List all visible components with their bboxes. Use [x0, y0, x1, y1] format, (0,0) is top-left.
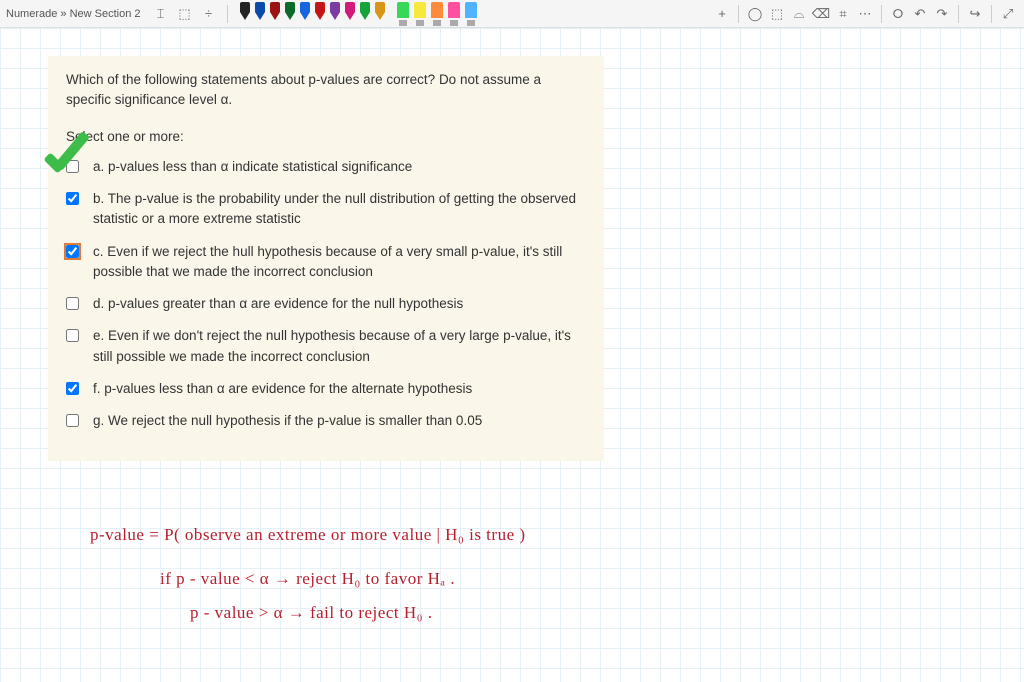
option-text: b. The p-value is the probability under …: [93, 189, 586, 230]
highlighter-color-2[interactable]: [429, 2, 445, 28]
handwritten-note-3: p - value > α → fail to reject H₀ .: [190, 602, 433, 624]
select-label: Select one or more:: [66, 127, 586, 147]
highlighter-color-0[interactable]: [395, 2, 411, 28]
share-icon[interactable]: ↪: [965, 4, 985, 24]
undo-icon[interactable]: ↶: [910, 4, 930, 24]
pen-color-6[interactable]: [328, 2, 342, 28]
highlighter-color-1[interactable]: [412, 2, 428, 28]
highlighter-palette: [395, 0, 479, 28]
highlighter-color-3[interactable]: [446, 2, 462, 28]
text-cursor-icon[interactable]: ⌶: [151, 4, 171, 24]
separator: [227, 5, 228, 23]
option-c: c. Even if we reject the hull hypothesis…: [66, 242, 586, 283]
plus-icon[interactable]: +: [712, 4, 732, 24]
option-e: e. Even if we don't reject the null hypo…: [66, 326, 586, 367]
select-icon[interactable]: ⬚: [767, 4, 787, 24]
option-checkbox-a[interactable]: [66, 160, 79, 173]
option-f: f. p-values less than α are evidence for…: [66, 379, 586, 399]
more-icon[interactable]: ⋯: [855, 4, 875, 24]
option-text: a. p-values less than α indicate statist…: [93, 157, 586, 177]
question-box: Which of the following statements about …: [48, 56, 604, 461]
handwritten-note-2: if p - value < α → reject H₀ to favor Hₐ…: [160, 568, 455, 590]
option-g: g. We reject the null hypothesis if the …: [66, 411, 586, 431]
grid-icon[interactable]: ⌗: [833, 4, 853, 24]
bell-icon[interactable]: ⭘: [888, 4, 908, 24]
option-a: a. p-values less than α indicate statist…: [66, 157, 586, 177]
pen-color-3[interactable]: [283, 2, 297, 28]
ruler-icon[interactable]: ⌓: [789, 4, 809, 24]
separator: [991, 5, 992, 23]
redo-icon[interactable]: ↷: [932, 4, 952, 24]
pen-color-1[interactable]: [253, 2, 267, 28]
pen-color-0[interactable]: [238, 2, 252, 28]
option-checkbox-d[interactable]: [66, 297, 79, 310]
eraser-icon[interactable]: ⌫: [811, 4, 831, 24]
option-checkbox-c[interactable]: [66, 245, 79, 258]
option-checkbox-g[interactable]: [66, 414, 79, 427]
divide-icon[interactable]: ÷: [199, 4, 219, 24]
pen-color-9[interactable]: [373, 2, 387, 28]
fullscreen-icon[interactable]: ⤢: [998, 4, 1018, 24]
option-b: b. The p-value is the probability under …: [66, 189, 586, 230]
pen-color-7[interactable]: [343, 2, 357, 28]
lasso-icon[interactable]: ◯: [745, 4, 765, 24]
add-shape-icon[interactable]: ⬚: [175, 4, 195, 24]
pen-color-5[interactable]: [313, 2, 327, 28]
canvas[interactable]: Which of the following statements about …: [0, 28, 1024, 682]
option-text: d. p-values greater than α are evidence …: [93, 294, 586, 314]
pen-color-8[interactable]: [358, 2, 372, 28]
option-d: d. p-values greater than α are evidence …: [66, 294, 586, 314]
breadcrumb[interactable]: Numerade » New Section 2: [6, 8, 141, 20]
separator: [738, 5, 739, 23]
separator: [958, 5, 959, 23]
question-prompt: Which of the following statements about …: [66, 70, 586, 111]
option-text: e. Even if we don't reject the null hypo…: [93, 326, 586, 367]
option-checkbox-f[interactable]: [66, 382, 79, 395]
option-text: f. p-values less than α are evidence for…: [93, 379, 586, 399]
pen-color-2[interactable]: [268, 2, 282, 28]
option-checkbox-e[interactable]: [66, 329, 79, 342]
option-text: g. We reject the null hypothesis if the …: [93, 411, 586, 431]
option-text: c. Even if we reject the hull hypothesis…: [93, 242, 586, 283]
toolbar: Numerade » New Section 2 ⌶ ⬚ ÷ + ◯ ⬚ ⌓ ⌫…: [0, 0, 1024, 28]
toolbar-right: + ◯ ⬚ ⌓ ⌫ ⌗ ⋯ ⭘ ↶ ↷ ↪ ⤢: [712, 4, 1018, 24]
option-checkbox-b[interactable]: [66, 192, 79, 205]
handwritten-note-1: p-value = P( observe an extreme or more …: [90, 524, 526, 546]
pen-color-4[interactable]: [298, 2, 312, 28]
highlighter-color-4[interactable]: [463, 2, 479, 28]
pen-palette: [238, 0, 387, 28]
separator: [881, 5, 882, 23]
